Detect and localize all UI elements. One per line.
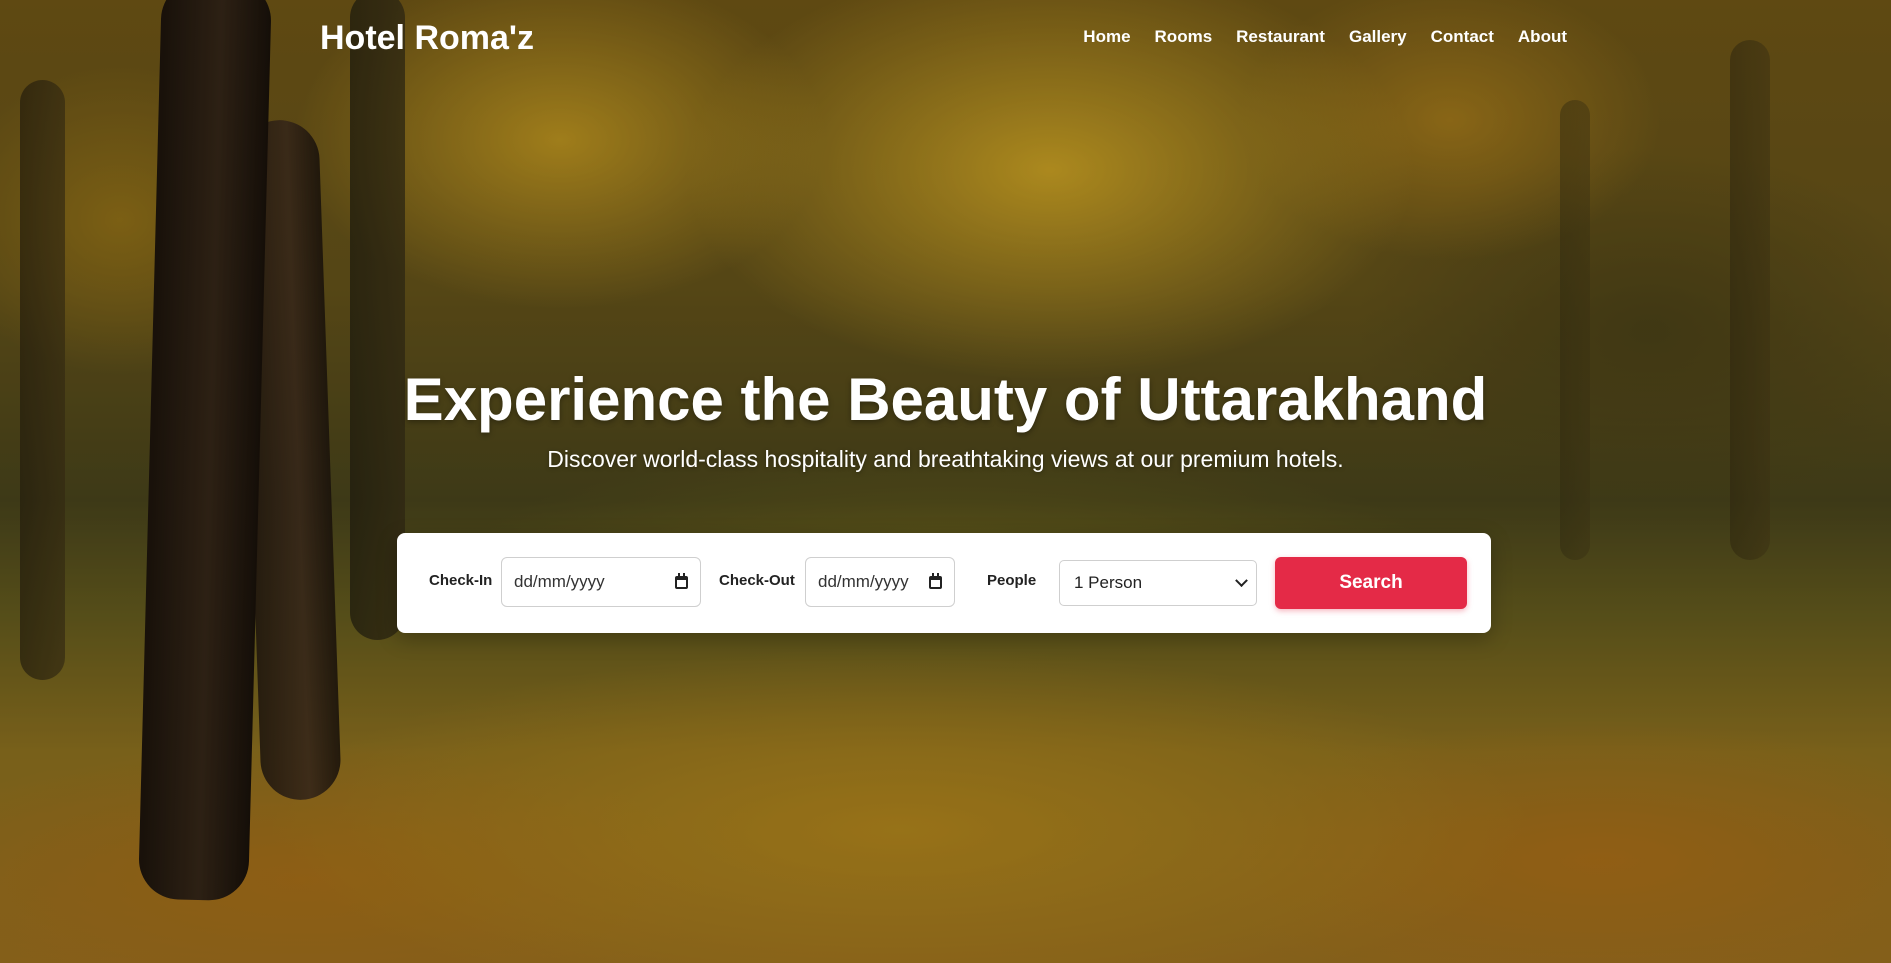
checkin-placeholder: dd/mm/yyyy (514, 572, 605, 591)
nav-item-gallery: Gallery (1349, 26, 1407, 48)
nav-link-about[interactable]: About (1518, 27, 1567, 46)
nav-link-rooms[interactable]: Rooms (1155, 27, 1213, 46)
calendar-icon[interactable] (929, 572, 942, 589)
checkin-label: Check-In (429, 572, 493, 589)
navbar: Hotel Roma'z Home Rooms Restaurant Galle… (0, 0, 1891, 76)
nav-item-restaurant: Restaurant (1236, 26, 1325, 48)
chevron-down-icon (1235, 573, 1248, 587)
nav-item-contact: Contact (1431, 26, 1494, 48)
checkout-placeholder: dd/mm/yyyy (818, 572, 909, 591)
checkout-date-input[interactable]: dd/mm/yyyy (805, 557, 955, 607)
search-button[interactable]: Search (1275, 557, 1467, 609)
nav-item-rooms: Rooms (1155, 26, 1213, 48)
nav-link-home[interactable]: Home (1083, 27, 1130, 46)
brand-logo[interactable]: Hotel Roma'z (320, 18, 534, 58)
hero-title: Experience the Beauty of Uttarakhand (403, 366, 1488, 433)
people-label: People (987, 572, 1037, 589)
checkin-date-input[interactable]: dd/mm/yyyy (501, 557, 701, 607)
booking-form: Check-In dd/mm/yyyy Check-Out dd/mm/yyyy… (397, 533, 1491, 633)
people-select[interactable]: 1 Person (1059, 560, 1257, 606)
hero-content: Experience the Beauty of Uttarakhand Dis… (0, 362, 1891, 474)
nav-link-contact[interactable]: Contact (1431, 27, 1494, 46)
nav-link-gallery[interactable]: Gallery (1349, 27, 1407, 46)
nav-item-about: About (1518, 26, 1567, 48)
nav-item-home: Home (1083, 26, 1130, 48)
people-selected-value: 1 Person (1074, 573, 1143, 592)
calendar-icon[interactable] (675, 572, 688, 589)
hero-section: Hotel Roma'z Home Rooms Restaurant Galle… (0, 0, 1891, 963)
checkout-label: Check-Out (719, 572, 795, 589)
hero-dark-overlay (0, 0, 1891, 963)
hero-subtitle: Discover world-class hospitality and bre… (547, 446, 1344, 472)
nav-menu: Home Rooms Restaurant Gallery Contact Ab… (1083, 26, 1567, 48)
nav-link-restaurant[interactable]: Restaurant (1236, 27, 1325, 46)
